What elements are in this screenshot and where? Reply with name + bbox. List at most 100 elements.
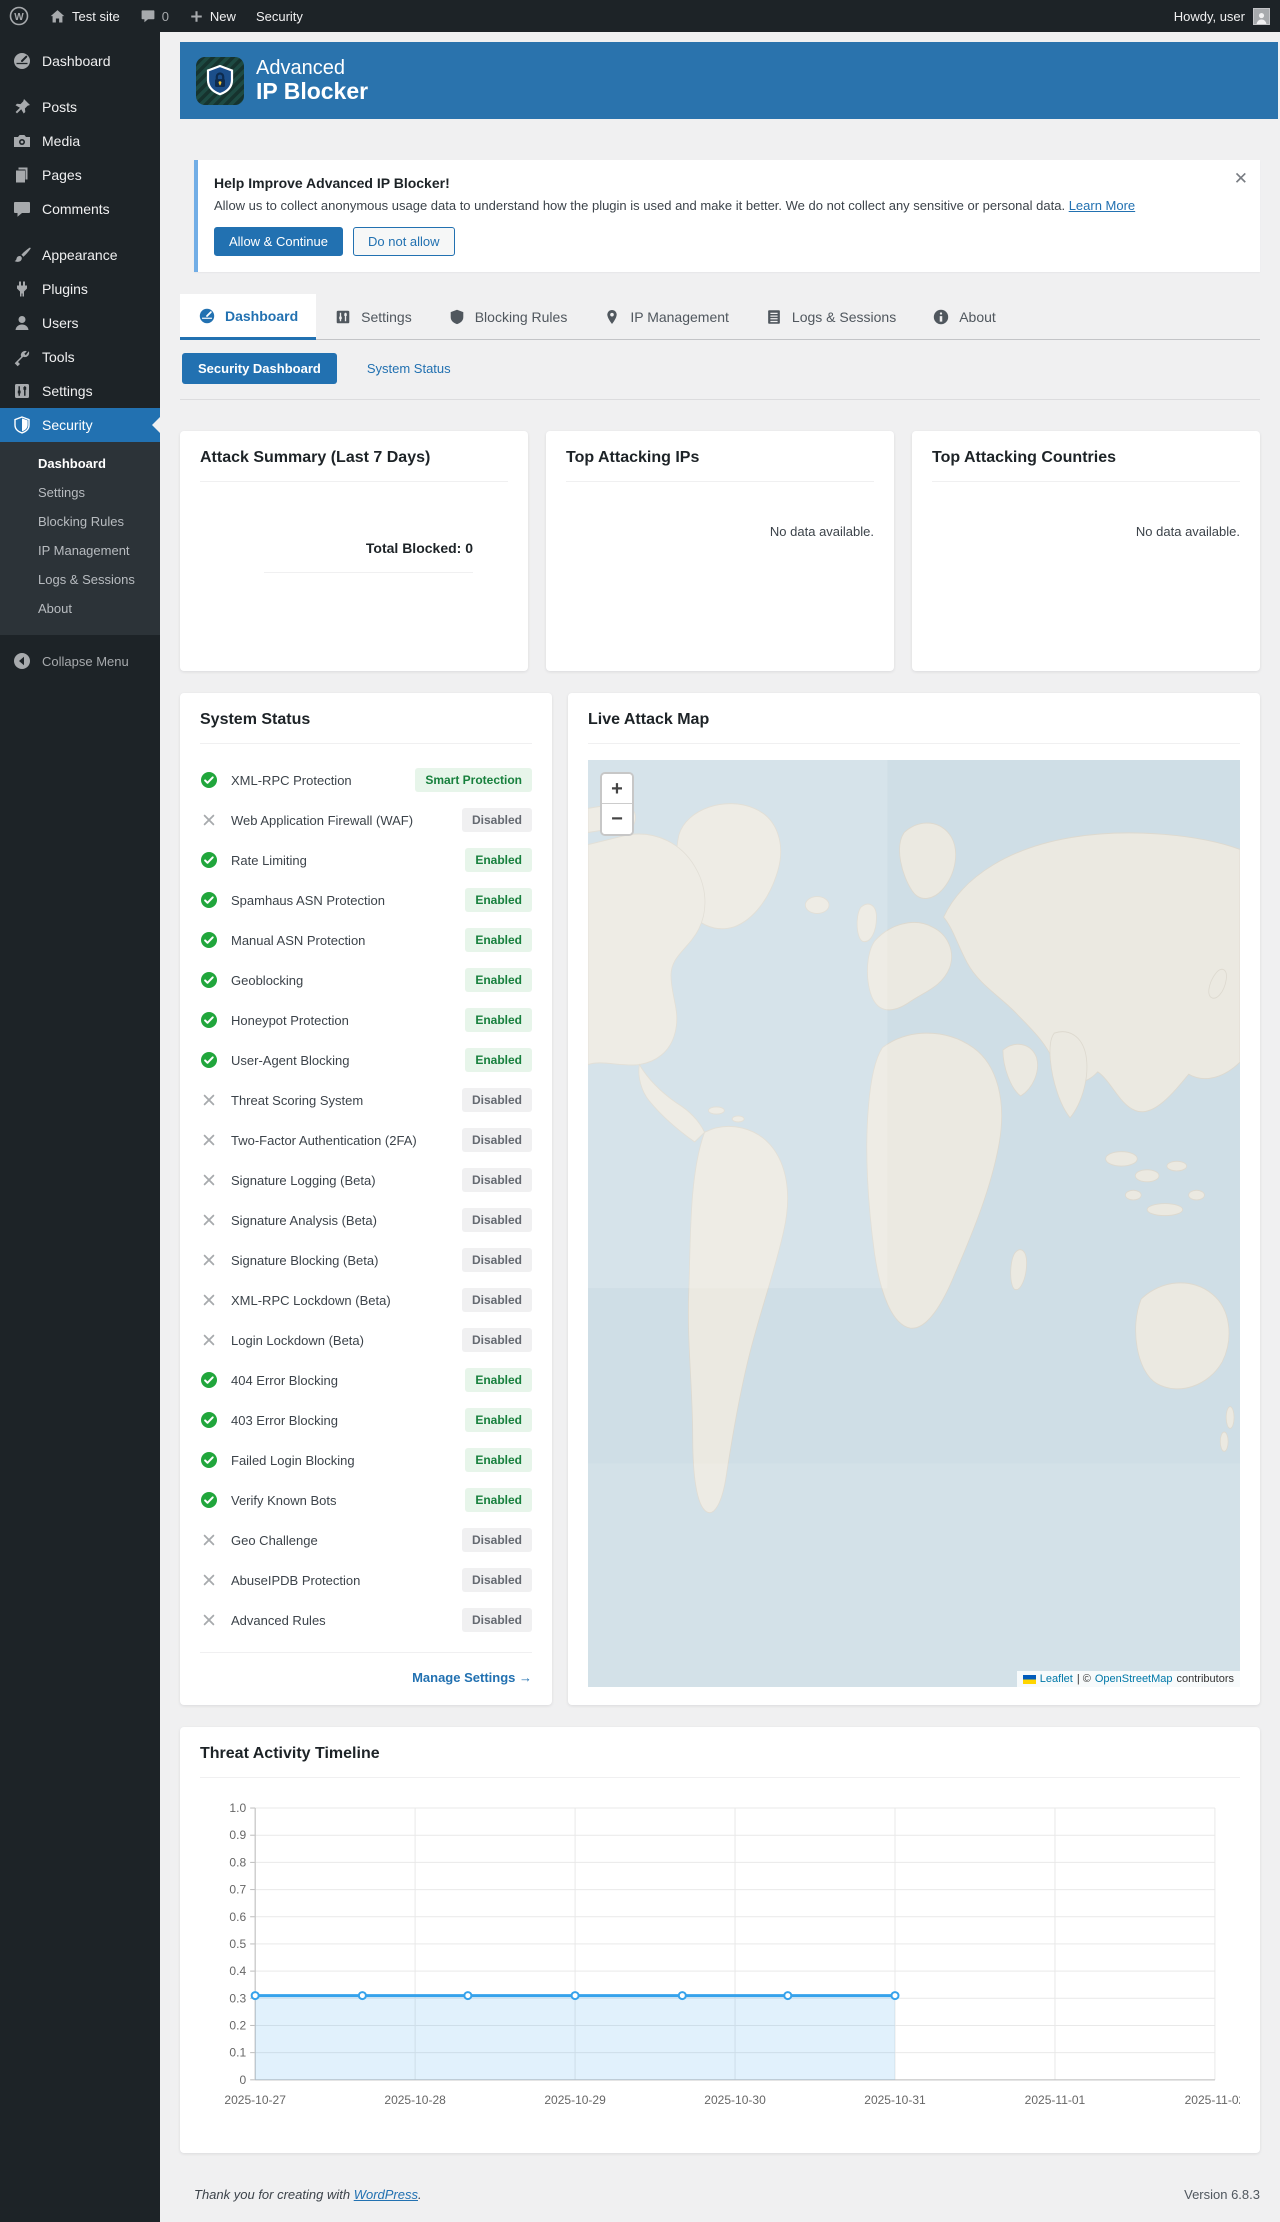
howdy-user[interactable]: Howdy, user bbox=[1174, 9, 1245, 24]
allow-continue-button[interactable]: Allow & Continue bbox=[214, 227, 343, 256]
svg-text:0.4: 0.4 bbox=[229, 1964, 246, 1978]
check-circle-icon bbox=[200, 1411, 218, 1429]
submenu-about[interactable]: About bbox=[0, 594, 160, 623]
zoom-in-button[interactable]: + bbox=[602, 774, 632, 804]
comments-count: 0 bbox=[162, 9, 169, 24]
status-row: Signature Blocking (Beta)Disabled bbox=[200, 1240, 532, 1280]
system-status-list: XML-RPC ProtectionSmart ProtectionWeb Ap… bbox=[200, 760, 532, 1640]
sidebar-item-appearance[interactable]: Appearance bbox=[0, 238, 160, 272]
subtab-security-dashboard[interactable]: Security Dashboard bbox=[182, 353, 337, 384]
security-adminbar-link[interactable]: Security bbox=[247, 0, 312, 32]
new-content-menu[interactable]: New bbox=[180, 0, 245, 32]
location-pin-icon bbox=[603, 308, 621, 326]
submenu-logs-sessions[interactable]: Logs & Sessions bbox=[0, 565, 160, 594]
check-circle-icon bbox=[200, 1491, 218, 1509]
status-badge: Enabled bbox=[465, 848, 532, 872]
openstreetmap-link[interactable]: OpenStreetMap bbox=[1095, 1673, 1173, 1685]
do-not-allow-button[interactable]: Do not allow bbox=[353, 227, 455, 256]
check-circle-icon bbox=[200, 891, 218, 909]
tab-about[interactable]: About bbox=[914, 294, 1014, 339]
svg-text:2025-11-02: 2025-11-02 bbox=[1185, 2093, 1240, 2107]
comments-bubble[interactable]: 0 bbox=[131, 0, 178, 32]
sidebar-item-pages[interactable]: Pages bbox=[0, 158, 160, 192]
learn-more-link[interactable]: Learn More bbox=[1069, 198, 1135, 213]
tab-logs-sessions[interactable]: Logs & Sessions bbox=[747, 294, 914, 339]
tab-ip-management[interactable]: IP Management bbox=[585, 294, 747, 339]
sidebar-item-settings[interactable]: Settings bbox=[0, 374, 160, 408]
threat-timeline-card: Threat Activity Timeline 00.10.20.30.40.… bbox=[180, 1727, 1260, 2153]
status-badge: Disabled bbox=[462, 1128, 532, 1152]
svg-text:0.6: 0.6 bbox=[229, 1910, 246, 1924]
zoom-out-button[interactable]: − bbox=[602, 804, 632, 834]
svg-text:2025-11-01: 2025-11-01 bbox=[1025, 2093, 1086, 2107]
status-label: Spamhaus ASN Protection bbox=[231, 893, 385, 908]
status-badge: Disabled bbox=[462, 1608, 532, 1632]
user-icon bbox=[12, 313, 32, 333]
status-badge: Disabled bbox=[462, 1168, 532, 1192]
status-label: Verify Known Bots bbox=[231, 1493, 337, 1508]
sidebar-item-plugins[interactable]: Plugins bbox=[0, 272, 160, 306]
card-title: System Status bbox=[200, 711, 532, 729]
x-icon bbox=[200, 1291, 218, 1309]
sidebar-item-media[interactable]: Media bbox=[0, 124, 160, 158]
chart-point bbox=[891, 1992, 898, 1999]
submenu-settings[interactable]: Settings bbox=[0, 478, 160, 507]
status-label: Failed Login Blocking bbox=[231, 1453, 355, 1468]
security-submenu: Dashboard Settings Blocking Rules IP Man… bbox=[0, 442, 160, 635]
site-name-link[interactable]: Test site bbox=[40, 0, 129, 32]
manage-settings-link[interactable]: Manage Settings → bbox=[412, 1670, 532, 1685]
no-data-text: No data available. bbox=[566, 524, 874, 539]
sidebar-item-dashboard[interactable]: Dashboard bbox=[0, 44, 160, 78]
status-badge: Disabled bbox=[462, 1248, 532, 1272]
shield-icon bbox=[12, 415, 32, 435]
leaflet-map[interactable]: + − Leaflet | © OpenStreetMap contributo… bbox=[588, 760, 1240, 1687]
wordpress-link[interactable]: WordPress bbox=[354, 2187, 418, 2202]
top-attacking-ips-card: Top Attacking IPs No data available. bbox=[546, 431, 894, 671]
status-row: Advanced RulesDisabled bbox=[200, 1600, 532, 1640]
status-label: Threat Scoring System bbox=[231, 1093, 363, 1108]
sidebar-item-security[interactable]: Security bbox=[0, 408, 160, 442]
dashboard-icon bbox=[198, 307, 216, 325]
chart-area-fill bbox=[255, 1996, 895, 2080]
status-label: 404 Error Blocking bbox=[231, 1373, 338, 1388]
comment-icon bbox=[140, 8, 156, 24]
sidebar-item-posts[interactable]: Posts bbox=[0, 90, 160, 124]
status-badge: Enabled bbox=[465, 1048, 532, 1072]
status-row: 403 Error BlockingEnabled bbox=[200, 1400, 532, 1440]
close-icon[interactable]: ✕ bbox=[1234, 170, 1248, 187]
world-map[interactable] bbox=[588, 760, 1240, 1687]
wordpress-logo-menu[interactable]: W bbox=[0, 0, 38, 32]
status-row: Spamhaus ASN Protection Enabled bbox=[200, 880, 532, 920]
collapse-menu-button[interactable]: Collapse Menu bbox=[0, 641, 160, 681]
submenu-blocking-rules[interactable]: Blocking Rules bbox=[0, 507, 160, 536]
tab-settings[interactable]: Settings bbox=[316, 294, 430, 339]
leaflet-link[interactable]: Leaflet bbox=[1040, 1673, 1073, 1685]
status-badge: Enabled bbox=[465, 1488, 532, 1512]
no-data-text: No data available. bbox=[932, 524, 1240, 539]
sidebar-item-users[interactable]: Users bbox=[0, 306, 160, 340]
submenu-ip-management[interactable]: IP Management bbox=[0, 536, 160, 565]
map-attribution: Leaflet | © OpenStreetMap contributors bbox=[1017, 1671, 1240, 1687]
sidebar-item-comments[interactable]: Comments bbox=[0, 192, 160, 226]
sidebar-item-tools[interactable]: Tools bbox=[0, 340, 160, 374]
shield-lock-icon bbox=[202, 63, 238, 99]
status-row: Verify Known Bots Enabled bbox=[200, 1480, 532, 1520]
svg-text:0.8: 0.8 bbox=[229, 1855, 246, 1869]
status-row: XML-RPC ProtectionSmart Protection bbox=[200, 760, 532, 800]
tab-blocking-rules[interactable]: Blocking Rules bbox=[430, 294, 586, 339]
status-badge: Enabled bbox=[465, 888, 532, 912]
status-badge: Enabled bbox=[465, 968, 532, 992]
status-row: Rate LimitingEnabled bbox=[200, 840, 532, 880]
avatar[interactable] bbox=[1253, 8, 1270, 25]
status-row: User-Agent BlockingEnabled bbox=[200, 1040, 532, 1080]
tab-dashboard[interactable]: Dashboard bbox=[180, 294, 316, 340]
submenu-dashboard[interactable]: Dashboard bbox=[0, 449, 160, 478]
status-label: XML-RPC Protection bbox=[231, 773, 352, 788]
status-badge: Disabled bbox=[462, 1328, 532, 1352]
subtab-system-status[interactable]: System Status bbox=[367, 361, 451, 376]
admin-bar: W Test site 0 New bbox=[0, 0, 1280, 32]
check-circle-icon bbox=[200, 1051, 218, 1069]
attack-summary-card: Attack Summary (Last 7 Days) Total Block… bbox=[180, 431, 528, 671]
page: W Test site 0 New bbox=[0, 0, 1280, 2222]
check-circle-icon bbox=[200, 1451, 218, 1469]
